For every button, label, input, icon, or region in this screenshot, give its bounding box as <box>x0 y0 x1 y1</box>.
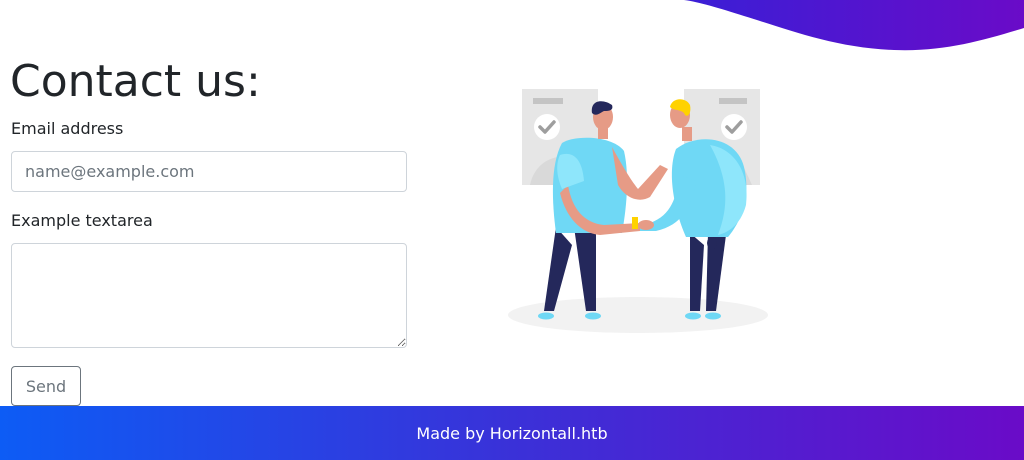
handshake-cuff <box>632 217 638 229</box>
footer: Made by Horizontall.htb <box>0 406 1024 460</box>
top-wave-decoration <box>684 0 1024 51</box>
email-input[interactable] <box>11 151 407 192</box>
send-button[interactable]: Send <box>11 366 81 406</box>
email-label: Email address <box>11 119 124 138</box>
message-textarea[interactable] <box>11 243 407 348</box>
handshake-illustration <box>508 89 768 333</box>
page-title: Contact us: <box>10 56 261 107</box>
footer-text: Made by Horizontall.htb <box>416 423 608 443</box>
textarea-label: Example textarea <box>11 211 153 230</box>
contact-page: Contact us: Email address Example textar… <box>0 0 1024 460</box>
